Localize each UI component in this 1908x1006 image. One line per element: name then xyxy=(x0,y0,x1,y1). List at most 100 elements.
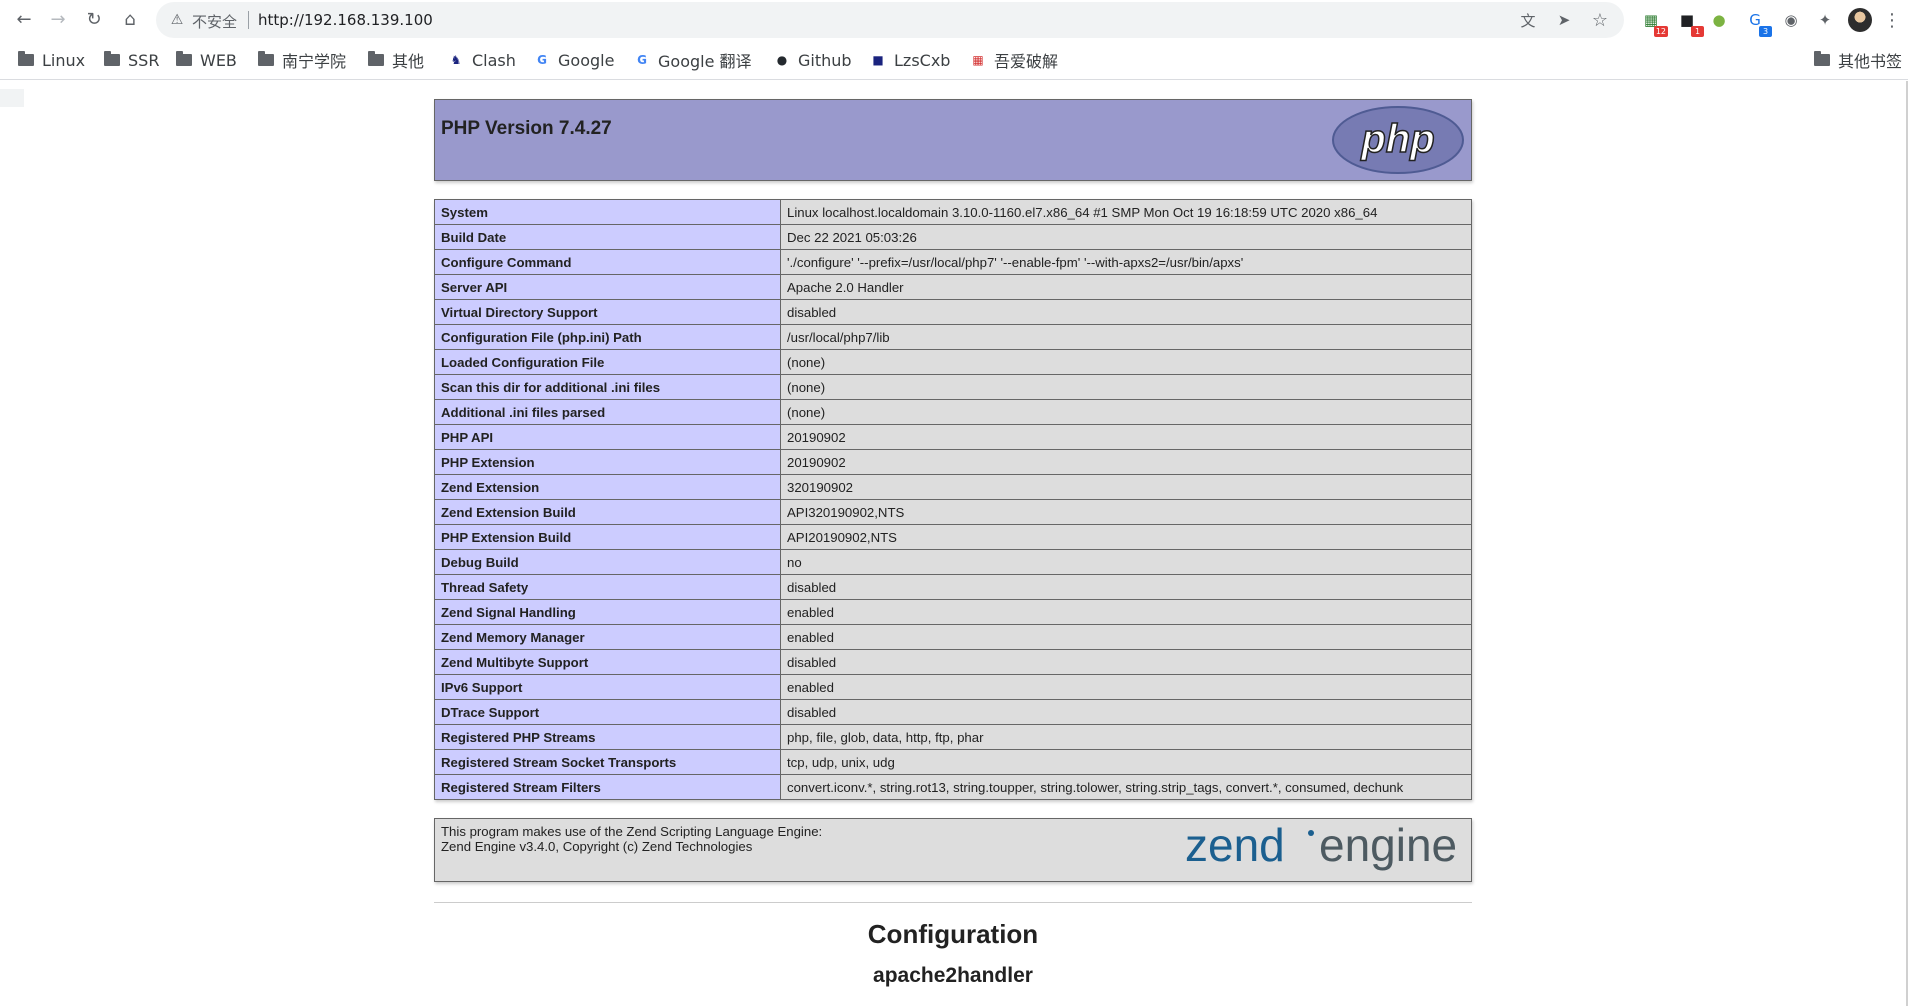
bookmark-link-10[interactable]: ▦ 吾爱破解 xyxy=(970,48,1058,72)
table-row: Configuration File (php.ini) Path/usr/lo… xyxy=(434,324,1472,350)
ext-circle-icon[interactable]: ● xyxy=(1708,9,1730,31)
page-corner-tab xyxy=(0,89,24,107)
zend-logo-word-engine: engine xyxy=(1319,823,1457,871)
bookmark-link-7[interactable]: G Google 翻译 xyxy=(634,48,752,72)
bookmark-label: Clash xyxy=(472,50,516,70)
phpinfo-container: PHP Version 7.4.27 php System Linux local… xyxy=(434,99,1472,988)
reload-icon[interactable]: ↻ xyxy=(82,8,106,32)
ext-circle-glyph: ● xyxy=(1712,11,1726,29)
omnibox-separator xyxy=(248,11,249,29)
bookmark-label: Google 翻译 xyxy=(658,52,752,71)
row-key: DTrace Support xyxy=(434,699,781,725)
bookmark-label: Linux xyxy=(42,50,86,70)
row-key: PHP Extension Build xyxy=(434,524,781,550)
ext-dark-icon[interactable]: ■ 1 xyxy=(1676,9,1704,37)
forward-icon[interactable]: → xyxy=(46,8,70,32)
bookmark-folder-1[interactable]: SSR xyxy=(104,48,159,72)
ext-dark-badge: 1 xyxy=(1691,26,1704,37)
row-value: Dec 22 2021 05:03:26 xyxy=(780,224,1472,250)
ext-grid-icon[interactable]: ▦ 12 xyxy=(1640,9,1668,37)
bookmark-link-9[interactable]: ■ LzsCxb xyxy=(870,48,950,72)
bookmark-folder-4[interactable]: 其他 xyxy=(368,48,424,72)
bookmark-label: Google xyxy=(558,50,615,70)
row-value: disabled xyxy=(780,574,1472,600)
row-value: enabled xyxy=(780,599,1472,625)
ext-grid-badge: 12 xyxy=(1653,26,1668,37)
row-key: Loaded Configuration File xyxy=(434,349,781,375)
table-row: Debug Build no xyxy=(434,549,1472,575)
row-key: PHP Extension xyxy=(434,449,781,475)
url-text[interactable]: http://192.168.139.100 xyxy=(258,11,433,29)
row-key: System xyxy=(434,199,781,225)
address-bar[interactable]: ⚠ 不安全 http://192.168.139.100 文 ➤ ☆ xyxy=(156,2,1624,38)
favicon-icon: ● xyxy=(776,53,788,67)
bookmark-link-8[interactable]: ● Github xyxy=(774,48,852,72)
favicon-icon: ♞ xyxy=(450,53,462,67)
bookmark-star-icon[interactable]: ☆ xyxy=(1590,10,1610,31)
folder-icon xyxy=(18,51,34,66)
table-row: DTrace Support disabled xyxy=(434,699,1472,725)
zend-copyright-line: Zend Engine v3.4.0, Copyright (c) Zend T… xyxy=(441,839,753,854)
favicon-icon: ■ xyxy=(872,53,884,67)
home-icon[interactable]: ⌂ xyxy=(118,8,142,32)
row-key: IPv6 Support xyxy=(434,674,781,700)
other-bookmarks-label: 其他书签 xyxy=(1838,52,1903,71)
row-key: Server API xyxy=(434,274,781,300)
row-value: 20190902 xyxy=(780,424,1472,450)
row-value: (none) xyxy=(780,399,1472,425)
other-bookmarks-folder[interactable]: 其他书签 xyxy=(1814,48,1902,72)
row-key: Registered PHP Streams xyxy=(434,724,781,750)
bookmark-label: 南宁学院 xyxy=(282,52,347,71)
bookmarks-bar: Linux SSR WEB 南宁学院 其他 ♞ Clash G Google G Google 翻译… xyxy=(0,40,1908,80)
bookmark-label: SSR xyxy=(128,50,160,70)
favicon-icon: G xyxy=(537,53,547,67)
ext-g-icon[interactable]: G3 xyxy=(1744,9,1772,37)
back-icon[interactable]: ← xyxy=(12,8,36,32)
table-row: PHP Extension Build API20190902,NTS xyxy=(434,524,1472,550)
ext-puzzle-icon[interactable]: ✦ xyxy=(1814,9,1836,31)
row-value: tcp, udp, unix, udg xyxy=(780,749,1472,775)
bookmark-link-6[interactable]: G Google xyxy=(534,48,614,72)
menu-kebab-icon[interactable]: ⋮ xyxy=(1883,8,1901,32)
bookmark-folder-0[interactable]: Linux xyxy=(18,48,85,72)
folder-icon xyxy=(104,51,120,66)
table-row: Registered Stream Socket Transports tcp, … xyxy=(434,749,1472,775)
bookmark-folder-2[interactable]: WEB xyxy=(176,48,237,72)
row-value: Apache 2.0 Handler xyxy=(780,274,1472,300)
security-label[interactable]: 不安全 xyxy=(192,11,237,32)
translate-icon[interactable]: 文 xyxy=(1518,10,1538,30)
table-row: Zend Signal Handling enabled xyxy=(434,599,1472,625)
browser-toolbar: ← → ↻ ⌂ ⚠ 不安全 http://192.168.139.100 文 ➤… xyxy=(0,0,1908,40)
table-row: Scan this dir for additional .ini files(… xyxy=(434,374,1472,400)
row-key: Configuration File (php.ini) Path xyxy=(434,324,781,350)
bookmark-label: Github xyxy=(798,50,852,70)
row-key: Registered Stream Socket Transports xyxy=(434,749,781,775)
zend-engine-logo-icon[interactable]: zend engine xyxy=(1185,823,1465,879)
bookmark-link-5[interactable]: ♞ Clash xyxy=(448,48,516,72)
table-row: Virtual Directory Support disabled xyxy=(434,299,1472,325)
ext-puzzle-glyph: ✦ xyxy=(1818,11,1832,29)
ext-shield-glyph: ◉ xyxy=(1784,11,1798,29)
row-value: disabled xyxy=(780,649,1472,675)
folder-icon xyxy=(368,51,384,66)
row-key: Zend Extension xyxy=(434,474,781,500)
row-value: enabled xyxy=(780,674,1472,700)
ext-shield-icon[interactable]: ◉ xyxy=(1780,9,1802,31)
zend-logo-dot xyxy=(1308,830,1314,836)
folder-icon xyxy=(1814,51,1830,66)
zend-notice-line: This program makes use of the Zend Scrip… xyxy=(441,824,823,839)
row-value: Linux localhost.localdomain 3.10.0-1160.… xyxy=(780,199,1472,225)
bookmark-folder-3[interactable]: 南宁学院 xyxy=(258,48,346,72)
table-row: PHP API 20190902 xyxy=(434,424,1472,450)
module-heading: apache2handler xyxy=(873,964,1033,987)
php-logo-icon[interactable]: php xyxy=(1331,105,1465,175)
row-key: Zend Extension Build xyxy=(434,499,781,525)
table-row: Zend Memory Manager enabled xyxy=(434,624,1472,650)
section-divider xyxy=(434,902,1472,903)
warning-icon[interactable]: ⚠ xyxy=(168,11,186,29)
profile-avatar[interactable] xyxy=(1848,8,1872,32)
row-key: Virtual Directory Support xyxy=(434,299,781,325)
row-key: Configure Command xyxy=(434,249,781,275)
bookmark-label: 吾爱破解 xyxy=(994,52,1059,71)
send-icon[interactable]: ➤ xyxy=(1554,10,1574,30)
